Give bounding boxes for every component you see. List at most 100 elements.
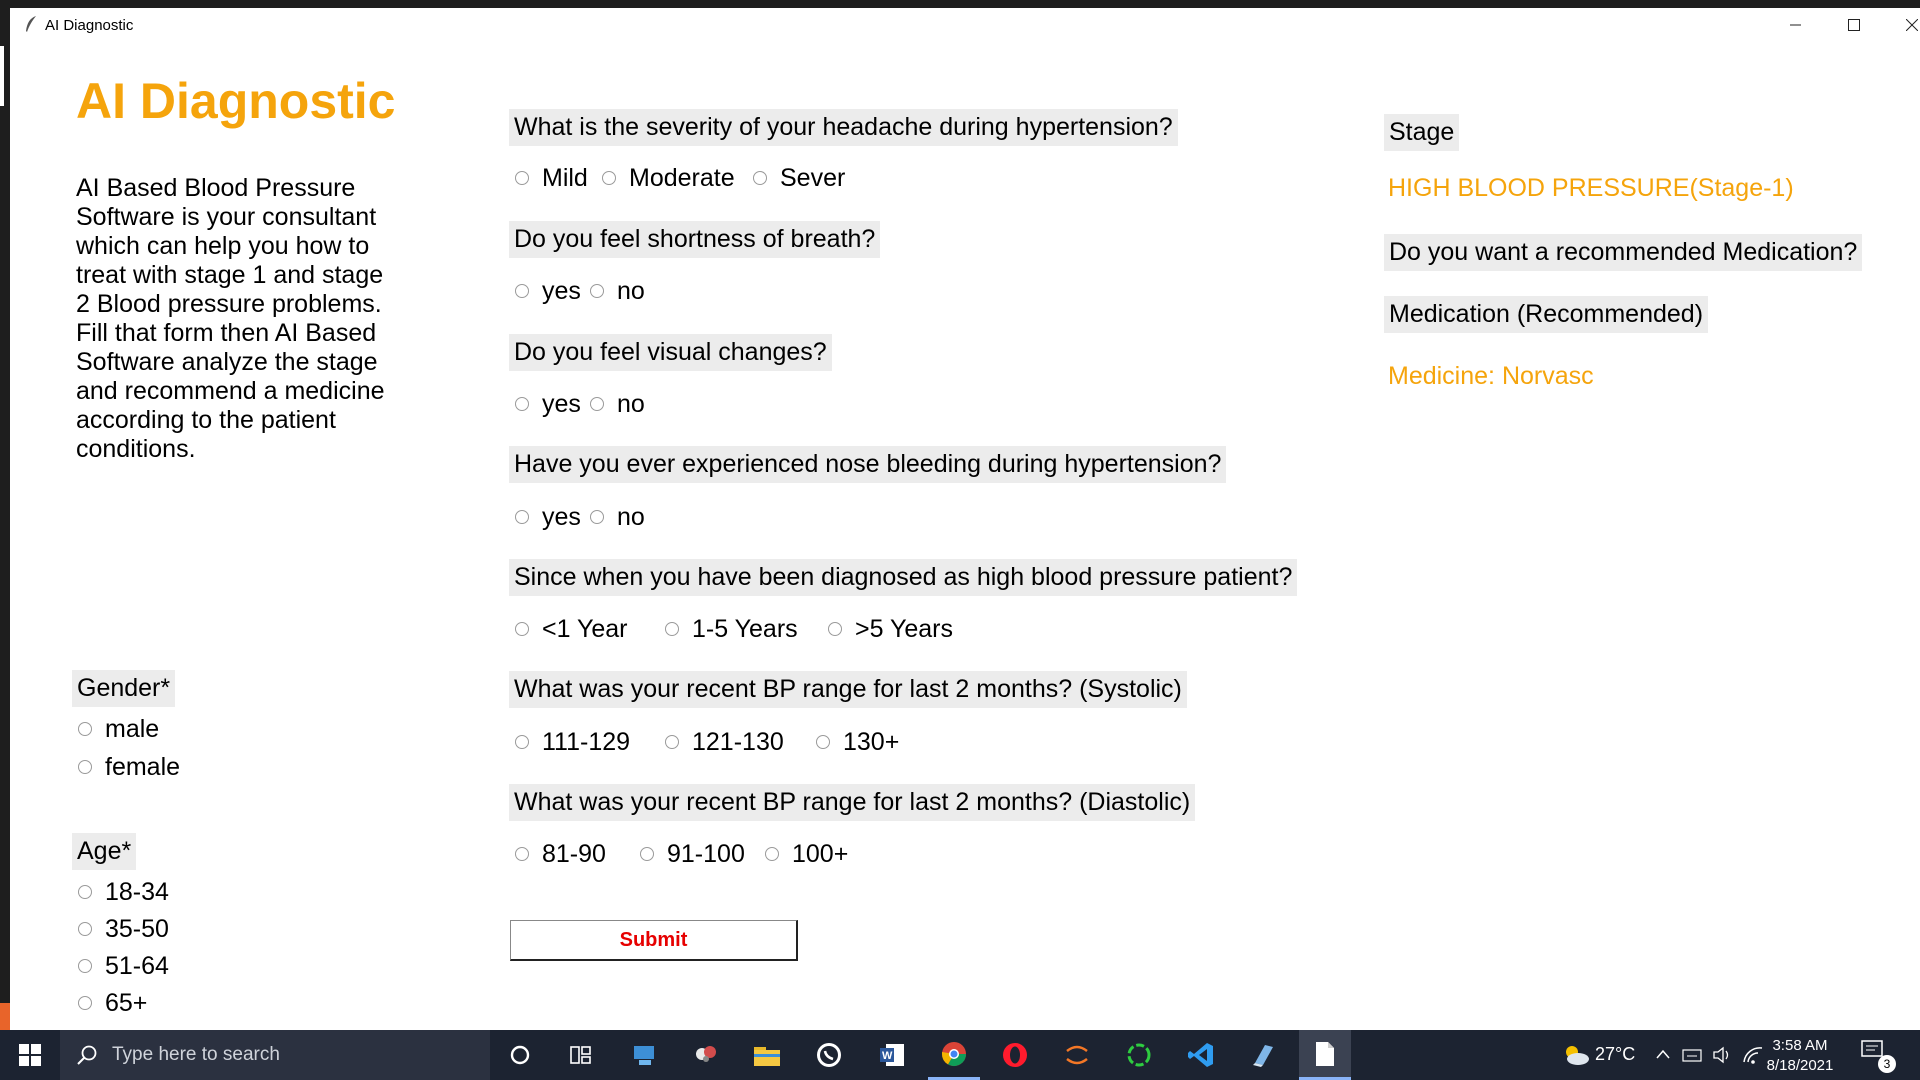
weather-temperature[interactable]: 27°C (1595, 1044, 1635, 1065)
answer-111-129[interactable]: 111-129 (515, 728, 630, 757)
radio-button[interactable] (590, 509, 604, 524)
question-systolic-range: What was your recent BP range for last 2… (509, 671, 1187, 708)
radio-button[interactable] (665, 621, 679, 636)
age-option-51-64[interactable]: 51-64 (78, 952, 169, 981)
radio-button[interactable] (816, 734, 830, 749)
chevron-up-icon[interactable] (1655, 1048, 1671, 1060)
volume-icon[interactable] (1712, 1045, 1734, 1065)
answer-sever[interactable]: Sever (753, 164, 845, 193)
radio-button[interactable] (78, 721, 92, 736)
radio-button[interactable] (78, 958, 92, 973)
radio-button[interactable] (515, 396, 529, 411)
taskbar-app-opera[interactable] (989, 1030, 1041, 1080)
radio-button[interactable] (78, 884, 92, 899)
chrome-icon (942, 1041, 966, 1066)
taskbar-app-sync[interactable] (1113, 1030, 1165, 1080)
answer-no[interactable]: no (590, 503, 645, 532)
taskbar-app-file-explorer[interactable] (741, 1030, 793, 1080)
close-button[interactable] (1883, 8, 1920, 42)
search-placeholder: Type here to search (112, 1044, 280, 1065)
task-view-icon (570, 1046, 591, 1064)
app-description: AI Based Blood Pressure Software is your… (76, 174, 385, 463)
radio-button[interactable] (515, 509, 529, 524)
answer-less-than-1-year[interactable]: <1 Year (515, 615, 628, 644)
radio-button[interactable] (602, 170, 616, 185)
clock-time: 3:58 AM (1772, 1037, 1828, 1054)
window-top-edge (0, 0, 1920, 8)
taskbar-app-vscode[interactable] (1175, 1030, 1227, 1080)
answer-91-100[interactable]: 91-100 (640, 840, 745, 869)
radio-button[interactable] (665, 734, 679, 749)
radio-button[interactable] (590, 283, 604, 298)
taskbar-app-word[interactable]: W (866, 1030, 918, 1080)
radio-button[interactable] (515, 734, 529, 749)
radio-button[interactable] (78, 921, 92, 936)
taskbar-app-jupyter[interactable] (1051, 1030, 1103, 1080)
answer-yes[interactable]: yes (515, 503, 581, 532)
radio-button[interactable] (828, 621, 842, 636)
question-shortness-of-breath: Do you feel shortness of breath? (509, 221, 881, 258)
question-diastolic-range: What was your recent BP range for last 2… (509, 784, 1196, 821)
minimize-icon (1790, 24, 1801, 26)
submit-button[interactable]: Submit (510, 920, 798, 961)
question-headache-severity: What is the severity of your headache du… (509, 109, 1178, 146)
answer-yes[interactable]: yes (515, 277, 581, 306)
age-option-18-34[interactable]: 18-34 (78, 878, 169, 907)
title-bar: AI Diagnostic (10, 8, 1920, 42)
start-button[interactable] (0, 1030, 60, 1080)
taskbar-app-snipping[interactable] (680, 1030, 732, 1080)
taskbar-app-chrome[interactable] (928, 1030, 980, 1080)
maximize-icon (1848, 19, 1860, 31)
opera-icon (1003, 1043, 1027, 1067)
answer-yes[interactable]: yes (515, 390, 581, 419)
age-option-35-50[interactable]: 35-50 (78, 915, 169, 944)
radio-button[interactable] (753, 170, 767, 185)
answer-121-130[interactable]: 121-130 (665, 728, 784, 757)
gender-label: Gender* (72, 670, 176, 707)
weather-cloud-icon[interactable] (1561, 1042, 1591, 1068)
radio-button[interactable] (590, 396, 604, 411)
radio-button[interactable] (640, 846, 654, 861)
medication-label: Medication (Recommended) (1384, 296, 1709, 333)
taskbar-app-python[interactable] (1237, 1030, 1289, 1080)
maximize-button[interactable] (1825, 8, 1883, 42)
taskbar-app-vm[interactable] (618, 1030, 670, 1080)
answer-81-90[interactable]: 81-90 (515, 840, 606, 869)
radio-button[interactable] (515, 846, 529, 861)
answer-moderate[interactable]: Moderate (602, 164, 735, 193)
snipping-tool-icon (696, 1046, 716, 1062)
jupyter-icon (1066, 1045, 1088, 1065)
svg-text:W: W (882, 1050, 893, 1062)
gender-option-female[interactable]: female (78, 753, 180, 782)
radio-button[interactable] (515, 283, 529, 298)
answer-no[interactable]: no (590, 390, 645, 419)
keyboard-language-icon[interactable] (1682, 1046, 1704, 1064)
radio-button[interactable] (515, 170, 529, 185)
answer-100-plus[interactable]: 100+ (765, 840, 848, 869)
search-icon (77, 1045, 97, 1065)
radio-button[interactable] (515, 621, 529, 636)
minimize-button[interactable] (1767, 8, 1825, 42)
notification-badge: 3 (1878, 1055, 1896, 1073)
task-view-button[interactable] (555, 1030, 607, 1080)
gender-option-male[interactable]: male (78, 715, 159, 744)
taskbar-app-whatsapp[interactable] (803, 1030, 855, 1080)
answer-more-than-5-years[interactable]: >5 Years (828, 615, 953, 644)
cortana-button[interactable] (494, 1030, 546, 1080)
radio-button[interactable] (78, 759, 92, 774)
answer-1-5-years[interactable]: 1-5 Years (665, 615, 798, 644)
age-option-65-plus[interactable]: 65+ (78, 989, 147, 1018)
taskbar-search-box[interactable]: Type here to search (60, 1030, 490, 1080)
radio-button[interactable] (78, 995, 92, 1010)
answer-130-plus[interactable]: 130+ (816, 728, 899, 757)
window-title: AI Diagnostic (45, 17, 134, 34)
stage-label: Stage (1384, 114, 1460, 151)
medication-question: Do you want a recommended Medication? (1384, 234, 1863, 271)
taskbar-clock[interactable]: 3:58 AM 8/18/2021 (1760, 1036, 1840, 1076)
answer-mild[interactable]: Mild (515, 164, 588, 193)
taskbar-app-ai-diagnostic[interactable] (1299, 1030, 1351, 1080)
radio-button[interactable] (765, 846, 779, 861)
whatsapp-icon (817, 1043, 841, 1067)
question-visual-changes: Do you feel visual changes? (509, 334, 832, 371)
answer-no[interactable]: no (590, 277, 645, 306)
